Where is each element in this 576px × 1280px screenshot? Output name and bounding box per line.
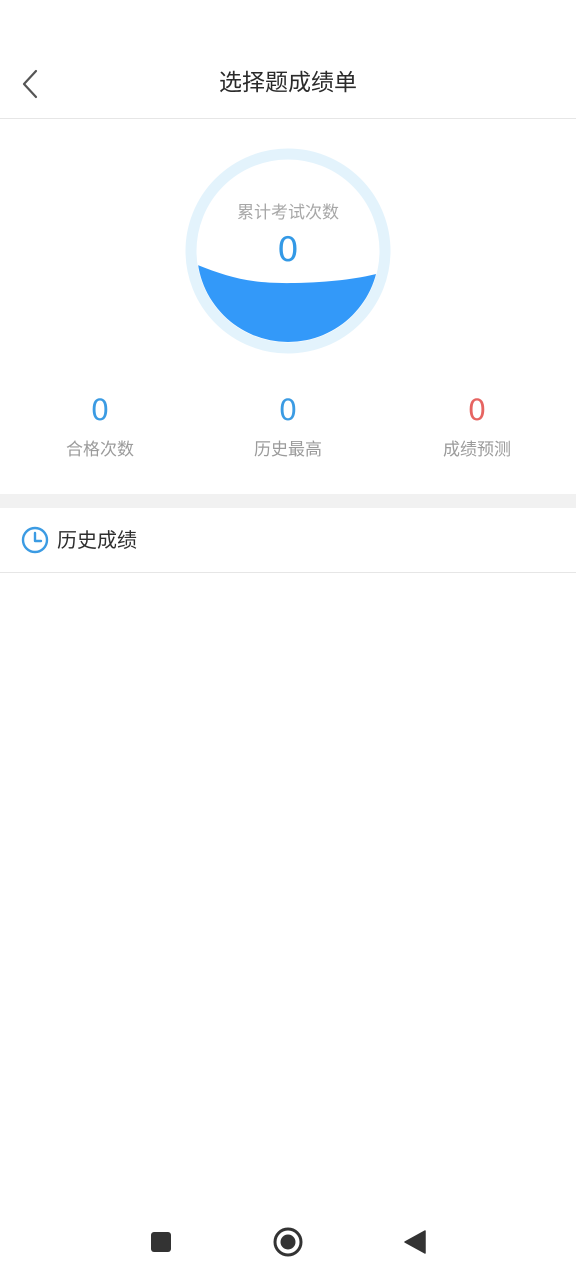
top-bar: 选择题成绩单 — [0, 48, 576, 119]
home-button[interactable] — [270, 1224, 306, 1260]
gauge-label: 累计考试次数 — [237, 203, 339, 223]
stat-pass-count: 0 合格次数 — [20, 388, 180, 464]
square-icon — [151, 1232, 171, 1252]
system-nav-bar — [0, 1210, 576, 1280]
stat-best-score: 0 历史最高 — [208, 388, 368, 464]
history-title: 历史成绩 — [57, 528, 137, 552]
stat-value: 0 — [90, 393, 110, 427]
section-divider — [0, 494, 576, 508]
exam-count-gauge: 累计考试次数 0 — [185, 148, 391, 354]
stat-label: 合格次数 — [66, 440, 134, 460]
stat-value: 0 — [467, 393, 487, 427]
circle-home-icon — [273, 1227, 303, 1257]
stats-row: 0 合格次数 0 历史最高 0 成绩预测 — [0, 388, 576, 478]
back-nav-button[interactable] — [396, 1224, 432, 1260]
gauge-value: 0 — [277, 230, 299, 270]
history-section-header: 历史成绩 — [0, 508, 576, 573]
back-triangle-icon — [404, 1230, 426, 1254]
page-title: 选择题成绩单 — [219, 70, 357, 96]
stat-label: 历史最高 — [254, 440, 322, 460]
stat-score-prediction: 0 成绩预测 — [397, 388, 557, 464]
stat-label: 成绩预测 — [443, 440, 511, 460]
score-report-page: 选择题成绩单 累计考试次数 0 0 合格次数 0 历史最高 0 成绩预测 历史成… — [0, 0, 576, 1280]
recent-apps-button[interactable] — [143, 1224, 179, 1260]
clock-icon — [21, 526, 49, 554]
stat-value: 0 — [278, 393, 298, 427]
